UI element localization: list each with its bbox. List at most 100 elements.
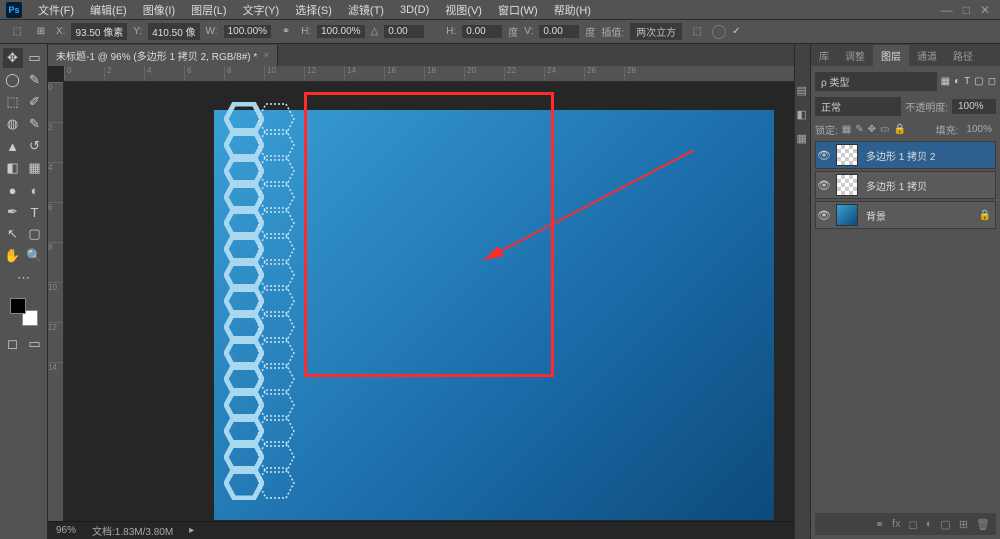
x-input[interactable]: 93.50 像素: [71, 23, 127, 40]
ruler-vertical[interactable]: 02468101214: [48, 82, 64, 521]
zoom-level[interactable]: 96%: [56, 525, 76, 536]
pen-tool[interactable]: ✒: [3, 202, 23, 222]
eraser-tool[interactable]: ◧: [3, 158, 23, 178]
menu-type[interactable]: 文字(Y): [235, 2, 288, 18]
tab-library[interactable]: 库: [811, 45, 837, 66]
collapsed-history-icon[interactable]: ▤: [797, 84, 809, 96]
layer-mask-icon[interactable]: ◻: [909, 518, 918, 531]
edit-toolbar[interactable]: ⋯: [14, 268, 34, 288]
menu-edit[interactable]: 编辑(E): [82, 2, 135, 18]
group-icon[interactable]: ▢: [940, 518, 950, 531]
crop-tool[interactable]: ⬚: [3, 92, 23, 112]
type-tool[interactable]: T: [25, 202, 45, 222]
link-icon[interactable]: ⚭: [277, 23, 295, 41]
wand-tool[interactable]: ✎: [25, 70, 45, 90]
move-tool[interactable]: ✥: [3, 48, 23, 68]
tab-paths[interactable]: 路径: [945, 45, 981, 66]
visibility-icon[interactable]: 👁: [816, 179, 832, 192]
stamp-tool[interactable]: ▲: [3, 136, 23, 156]
cancel-transform-icon[interactable]: [712, 25, 726, 39]
doc-info[interactable]: 文档:1.83M/3.80M: [92, 523, 173, 538]
visibility-icon[interactable]: 👁: [816, 149, 832, 162]
collapsed-color-icon[interactable]: ◧: [797, 108, 809, 120]
layer-thumbnail[interactable]: [836, 144, 858, 166]
layer-name[interactable]: 多边形 1 拷贝: [862, 178, 995, 193]
quickmask-tool[interactable]: ◻: [3, 334, 23, 354]
lock-all-icon[interactable]: 🔒: [893, 124, 905, 135]
lock-transparency-icon[interactable]: ▦: [842, 124, 851, 135]
transform-icon[interactable]: ⬚: [8, 23, 26, 41]
angle-input[interactable]: 0.00: [384, 25, 424, 38]
dodge-tool[interactable]: ◐: [25, 180, 45, 200]
color-swatches[interactable]: [10, 298, 38, 326]
gradient-tool[interactable]: ▦: [25, 158, 45, 178]
foreground-color[interactable]: [10, 298, 26, 314]
filter-type-icon[interactable]: T: [964, 76, 970, 87]
maximize-icon[interactable]: □: [963, 3, 970, 17]
h-input[interactable]: 100.00%: [317, 25, 364, 38]
hand-tool[interactable]: ✋: [3, 246, 23, 266]
lock-image-icon[interactable]: ✎: [855, 124, 863, 135]
fill-input[interactable]: 100%: [962, 123, 996, 136]
lock-artboard-icon[interactable]: ▭: [880, 124, 889, 135]
path-tool[interactable]: ↖: [3, 224, 23, 244]
ruler-horizontal[interactable]: 0246810121416182022242628: [64, 66, 794, 82]
menu-window[interactable]: 窗口(W): [490, 2, 546, 18]
menu-layer[interactable]: 图层(L): [183, 2, 234, 18]
minimize-icon[interactable]: —: [941, 3, 953, 17]
filter-shape-icon[interactable]: ▢: [974, 76, 983, 87]
close-icon[interactable]: ✕: [980, 3, 990, 17]
y-input[interactable]: 410.50 像: [148, 23, 199, 40]
warp-icon[interactable]: ⬚: [688, 23, 706, 41]
menu-help[interactable]: 帮助(H): [546, 2, 599, 18]
skew-v-input[interactable]: 0.00: [539, 25, 579, 38]
filter-smart-icon[interactable]: ◻: [988, 76, 996, 87]
layer-kind-select[interactable]: ρ 类型: [815, 72, 937, 91]
zoom-tool[interactable]: 🔍: [25, 246, 45, 266]
eyedropper-tool[interactable]: ✐: [25, 92, 45, 112]
menu-filter[interactable]: 滤镜(T): [340, 2, 392, 18]
tab-channels[interactable]: 通道: [909, 45, 945, 66]
layer-item[interactable]: 👁 多边形 1 拷贝: [815, 171, 996, 199]
blur-tool[interactable]: ●: [3, 180, 23, 200]
layer-style-icon[interactable]: fx: [892, 518, 901, 530]
menu-file[interactable]: 文件(F): [30, 2, 82, 18]
menu-3d[interactable]: 3D(D): [392, 4, 437, 16]
interp-select[interactable]: 两次立方: [630, 23, 682, 40]
menu-select[interactable]: 选择(S): [287, 2, 340, 18]
layer-thumbnail[interactable]: [836, 204, 858, 226]
new-layer-icon[interactable]: ⊞: [959, 518, 968, 531]
link-layers-icon[interactable]: ⚭: [875, 518, 884, 531]
collapsed-swatches-icon[interactable]: ▦: [797, 132, 809, 144]
document-tab[interactable]: 未标题-1 @ 96% (多边形 1 拷贝 2, RGB/8#) * ×: [48, 45, 278, 66]
layer-item[interactable]: 👁 多边形 1 拷贝 2: [815, 141, 996, 169]
delete-layer-icon[interactable]: 🗑: [976, 518, 990, 531]
shape-tool[interactable]: ▢: [25, 224, 45, 244]
commit-icon[interactable]: ✓: [732, 26, 740, 37]
layer-thumbnail[interactable]: [836, 174, 858, 196]
screenmode-tool[interactable]: ▭: [25, 334, 45, 354]
opacity-input[interactable]: 100%: [952, 99, 996, 114]
w-input[interactable]: 100.00%: [224, 25, 271, 38]
tab-close-icon[interactable]: ×: [263, 50, 269, 61]
visibility-icon[interactable]: 👁: [816, 209, 832, 222]
skew-h-input[interactable]: 0.00: [462, 25, 502, 38]
layer-name[interactable]: 背景: [862, 208, 975, 223]
artboard[interactable]: [214, 110, 774, 520]
tab-layers[interactable]: 图层: [873, 45, 909, 66]
filter-pixel-icon[interactable]: ▦: [941, 76, 950, 87]
lasso-tool[interactable]: ◯: [3, 70, 23, 90]
brush-tool[interactable]: ✎: [25, 114, 45, 134]
artboard-tool[interactable]: ▭: [25, 48, 45, 68]
filter-adjust-icon[interactable]: ◐: [954, 76, 960, 87]
canvas[interactable]: [64, 82, 794, 521]
heal-tool[interactable]: ◍: [3, 114, 23, 134]
history-brush-tool[interactable]: ↺: [25, 136, 45, 156]
lock-position-icon[interactable]: ✥: [868, 124, 876, 135]
layer-item[interactable]: 👁 背景 🔒: [815, 201, 996, 229]
reference-point-icon[interactable]: ⊞: [32, 23, 50, 41]
adjustment-layer-icon[interactable]: ◐: [926, 518, 933, 530]
tab-adjustments[interactable]: 调整: [837, 45, 873, 66]
menu-image[interactable]: 图像(I): [135, 2, 183, 18]
menu-view[interactable]: 视图(V): [437, 2, 490, 18]
